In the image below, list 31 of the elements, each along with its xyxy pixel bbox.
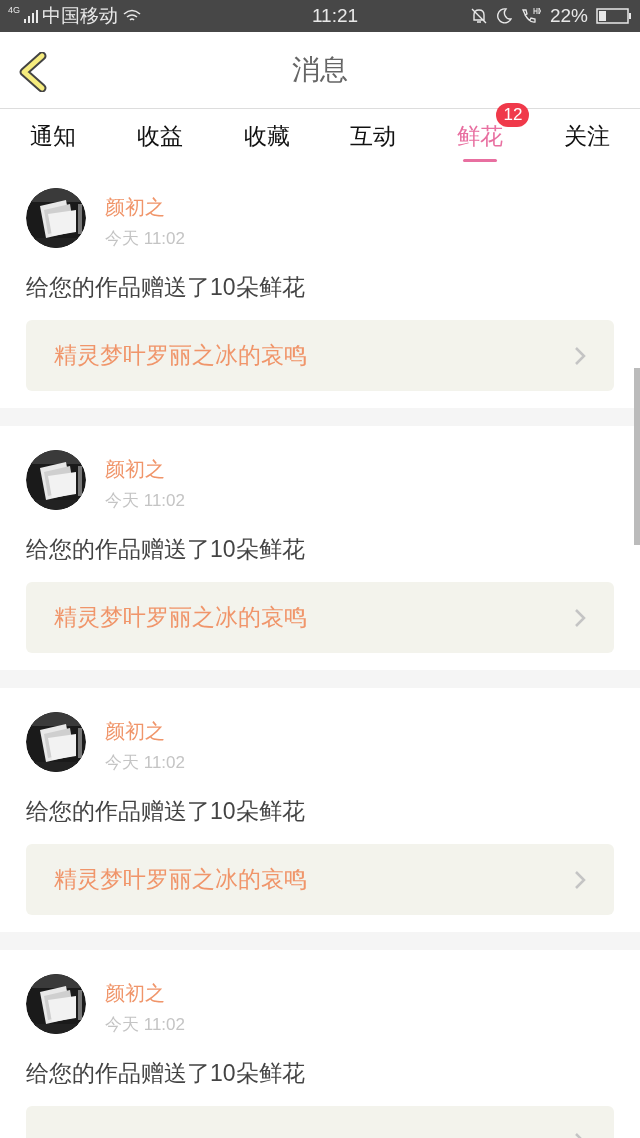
count-badge: 12 <box>496 103 530 127</box>
message-time: 今天 11:02 <box>105 752 185 774</box>
sender-name: 颜初之 <box>105 719 166 744</box>
network-label: 4G <box>8 5 20 15</box>
carrier-label: 中国移动 <box>42 3 118 28</box>
tab[interactable]: 收益 <box>106 109 214 164</box>
message-time: 今天 11:02 <box>105 1014 185 1036</box>
tab[interactable]: 收藏 <box>213 109 320 164</box>
message-text: 给您的作品赠送了10朵鲜花 <box>26 1058 306 1088</box>
chevron-right-icon <box>574 607 586 628</box>
message-text: 给您的作品赠送了10朵鲜花 <box>26 272 306 302</box>
signal-icon <box>24 9 38 23</box>
chevron-right-icon <box>574 869 586 890</box>
hd-call-icon <box>519 7 542 25</box>
clock: 11:21 <box>310 3 360 28</box>
page-title: 消息 <box>292 53 348 87</box>
battery-label: 22% <box>549 3 588 28</box>
sender-name: 颜初之 <box>105 981 166 1006</box>
message-text: 给您的作品赠送了10朵鲜花 <box>26 796 306 826</box>
message-time: 今天 11:02 <box>105 228 185 250</box>
message-time: 今天 11:02 <box>105 490 185 512</box>
mute-bell-icon <box>469 7 488 25</box>
battery-icon <box>596 8 632 24</box>
sender-name: 颜初之 <box>105 457 166 482</box>
chevron-right-icon <box>574 345 586 366</box>
message-text: 给您的作品赠送了10朵鲜花 <box>26 534 306 564</box>
sender-name: 颜初之 <box>105 195 166 220</box>
tab[interactable]: 互动 <box>320 109 427 164</box>
tab[interactable]: 通知 <box>0 109 107 164</box>
tab[interactable]: 关注 <box>533 109 640 164</box>
moon-icon <box>495 7 512 25</box>
